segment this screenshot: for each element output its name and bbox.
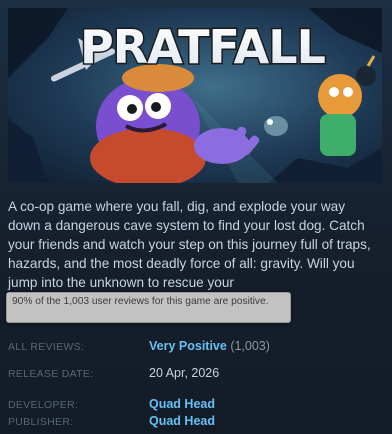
game-description: A co-op game where you fall, dig, and ex… [8,199,371,290]
review-count: (1,003) [230,339,270,353]
review-tooltip: 90% of the 1,003 user reviews for this g… [6,292,291,323]
header-capsule-image[interactable]: PRATFALL [8,8,382,183]
publisher-link[interactable]: Quad Head [149,414,215,428]
game-logo: PRATFALL [80,20,326,74]
release-date-label: RELEASE DATE: [8,368,94,380]
all-reviews-label: ALL REVIEWS: [8,341,85,353]
header-art: PRATFALL [8,8,382,183]
game-info-panel: PRATFALL A co-op game where you fall, di… [0,0,392,434]
review-summary-link[interactable]: Very Positive [149,339,227,353]
developer-link[interactable]: Quad Head [149,397,215,411]
all-reviews-value[interactable]: Very Positive (1,003) [149,339,270,353]
publisher-label: PUBLISHER: [8,416,74,428]
developer-label: DEVELOPER: [8,399,79,411]
release-date-value: 20 Apr, 2026 [149,366,220,380]
